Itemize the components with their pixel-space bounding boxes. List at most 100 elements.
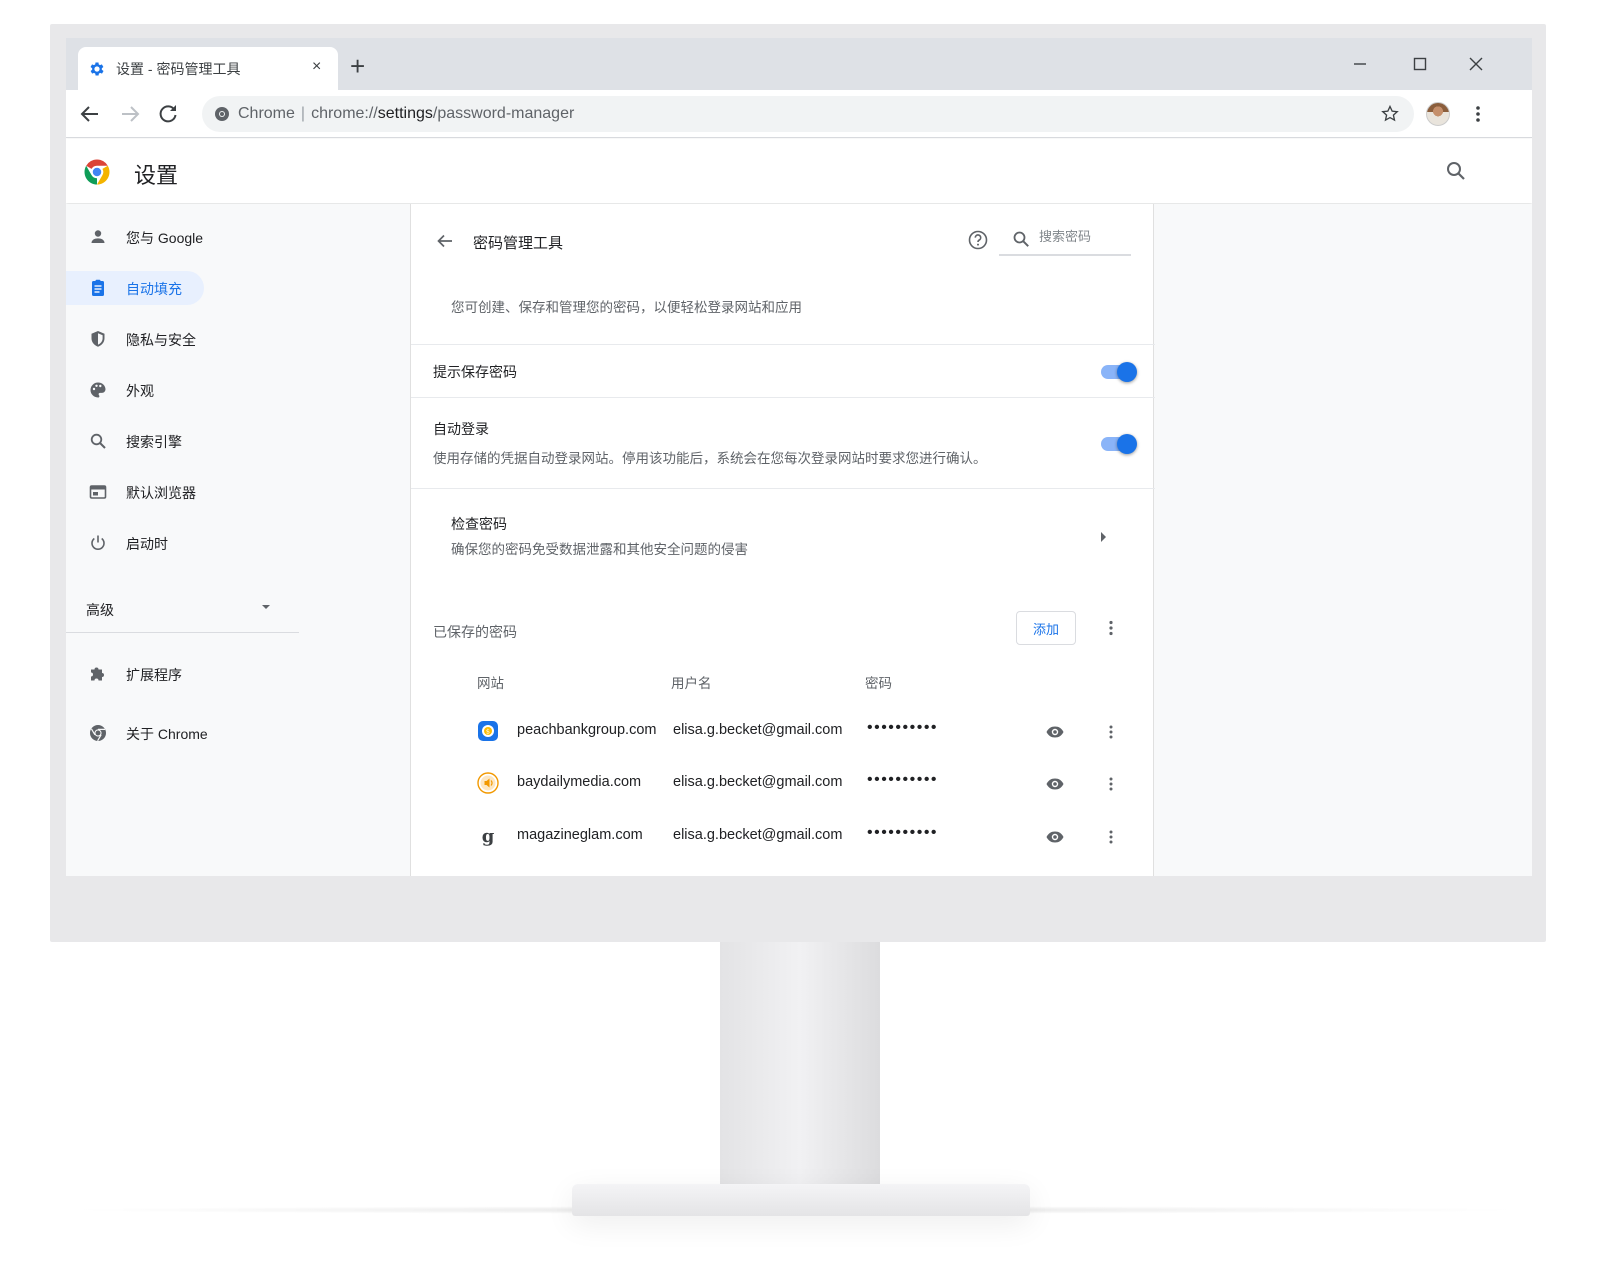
sidebar-item-extensions[interactable]: 扩展程序 <box>66 657 236 691</box>
tab-strip: 设置 - 密码管理工具 × + <box>66 38 1532 90</box>
browser-icon <box>89 485 107 499</box>
advanced-toggle[interactable]: 高级 <box>86 600 114 620</box>
address-bar[interactable]: Chrome | chrome://settings/password-manage… <box>202 96 1414 132</box>
sidebar-item-label: 关于 Chrome <box>126 726 208 742</box>
sidebar-item-label: 扩展程序 <box>126 667 182 683</box>
eye-icon[interactable] <box>1045 722 1065 742</box>
sidebar-item-label: 隐私与安全 <box>126 332 196 348</box>
search-input[interactable] <box>1039 229 1125 244</box>
username: elisa.g.becket@gmail.com <box>673 722 843 738</box>
more-vert-icon[interactable] <box>1101 774 1121 794</box>
more-vert-icon[interactable] <box>1468 104 1488 124</box>
masked-password: •••••••••• <box>867 824 939 841</box>
site-name: magazineglam.com <box>517 827 643 843</box>
reload-icon[interactable] <box>156 102 180 126</box>
sidebar-item-label: 搜索引擎 <box>126 434 182 450</box>
browser-window: 设置 - 密码管理工具 × + Chrome | chrome://settings… <box>66 38 1532 876</box>
sidebar-item-label: 启动时 <box>126 536 168 552</box>
sidebar-item-search-engine[interactable]: 搜索引擎 <box>66 424 204 458</box>
check-passwords-row[interactable]: 检查密码 确保您的密码免受数据泄露和其他安全问题的侵害 <box>411 489 1155 579</box>
minimize-icon[interactable] <box>1350 54 1370 74</box>
power-icon <box>91 535 105 550</box>
password-row: baydailymedia.com elisa.g.becket@gmail.c… <box>411 757 1155 809</box>
help-icon[interactable] <box>967 229 989 251</box>
sidebar-item-default-browser[interactable]: 默认浏览器 <box>66 475 204 509</box>
active-tab[interactable]: 设置 - 密码管理工具 × <box>78 47 338 90</box>
tab-title: 设置 - 密码管理工具 <box>116 61 241 77</box>
bank-icon: $ <box>478 721 498 741</box>
sidebar-item-you-and-google[interactable]: 您与 Google <box>66 220 204 254</box>
close-window-icon[interactable] <box>1466 54 1486 74</box>
check-passwords-subtitle: 确保您的密码免受数据泄露和其他安全问题的侵害 <box>451 542 748 557</box>
saved-passwords-heading: 已保存的密码 <box>433 624 517 640</box>
sidebar-item-privacy[interactable]: 隐私与安全 <box>66 322 204 356</box>
address-path: /password-manager <box>432 105 575 122</box>
address-text: Chrome | chrome://settings/password-manage… <box>238 105 575 122</box>
settings-header: 设置 <box>66 139 1532 203</box>
clipboard-icon <box>92 279 104 296</box>
puzzle-icon <box>91 667 104 681</box>
svg-text:$: $ <box>486 728 490 736</box>
monitor-stand-neck <box>720 942 880 1186</box>
address-host: settings <box>377 105 433 122</box>
forward-arrow-icon[interactable] <box>118 102 142 126</box>
chrome-page-icon <box>215 107 229 121</box>
column-header-site: 网站 <box>477 676 504 691</box>
column-header-password: 密码 <box>865 676 892 691</box>
sidebar-item-label: 自动填充 <box>126 281 182 297</box>
more-vert-icon[interactable] <box>1101 827 1121 847</box>
site-name: peachbankgroup.com <box>517 722 657 738</box>
sidebar-item-autofill[interactable]: 自动填充 <box>66 271 204 305</box>
search-icon[interactable] <box>1444 159 1468 183</box>
eye-icon[interactable] <box>1045 827 1065 847</box>
chrome-icon <box>90 725 106 742</box>
auto-signin-toggle[interactable] <box>1101 434 1137 454</box>
sidebar-item-about-chrome[interactable]: 关于 Chrome <box>66 716 236 750</box>
monitor-scene: 设置 - 密码管理工具 × + Chrome | chrome://settings… <box>0 0 1597 1274</box>
check-passwords-title: 检查密码 <box>451 516 507 532</box>
username: elisa.g.becket@gmail.com <box>673 827 843 843</box>
browser-toolbar: Chrome | chrome://settings/password-manage… <box>66 90 1532 138</box>
media-icon <box>477 772 499 794</box>
password-row: $ peachbankgroup.com elisa.g.becket@gmai… <box>411 705 1155 757</box>
column-header-username: 用户名 <box>671 676 712 691</box>
maximize-icon[interactable] <box>1410 54 1430 74</box>
person-icon <box>91 230 105 243</box>
divider <box>411 344 1155 345</box>
close-tab-icon[interactable]: × <box>312 58 321 76</box>
password-manager-card: 密码管理工具 您可创建、保存和管理您的密码，以便轻松登录网站和应用 提示保存密码… <box>410 204 1155 876</box>
username: elisa.g.becket@gmail.com <box>673 774 843 790</box>
bookmark-star-icon[interactable] <box>1380 104 1400 124</box>
add-password-button[interactable]: 添加 <box>1016 611 1076 645</box>
sidebar-item-label: 外观 <box>126 383 154 399</box>
address-prefix: Chrome <box>238 105 295 122</box>
intro-text: 您可创建、保存和管理您的密码，以便轻松登录网站和应用 <box>451 300 802 315</box>
more-vert-icon[interactable] <box>1101 722 1121 742</box>
back-arrow-icon[interactable] <box>78 102 102 126</box>
password-search <box>999 220 1131 256</box>
profile-avatar[interactable] <box>1426 102 1450 126</box>
masked-password: •••••••••• <box>867 719 939 736</box>
auto-signin-subtitle: 使用存储的凭据自动登录网站。停用该功能后，系统会在您每次登录网站时要求您进行确认… <box>433 451 987 466</box>
sidebar-item-label: 默认浏览器 <box>126 485 196 501</box>
search-icon <box>1013 231 1029 247</box>
back-arrow-icon[interactable] <box>435 231 455 251</box>
auto-signin-title: 自动登录 <box>433 421 489 437</box>
arrow-right-icon[interactable] <box>1101 532 1106 542</box>
address-scheme: chrome:// <box>311 105 378 122</box>
chevron-down-icon[interactable] <box>262 605 270 609</box>
toggle-knob <box>1117 434 1137 454</box>
sidebar-item-appearance[interactable]: 外观 <box>66 373 204 407</box>
sidebar-divider <box>66 632 299 633</box>
sidebar-item-label: 您与 Google <box>126 230 204 246</box>
offer-save-title: 提示保存密码 <box>433 364 517 380</box>
eye-icon[interactable] <box>1045 774 1065 794</box>
offer-save-toggle[interactable] <box>1101 362 1137 382</box>
toggle-knob <box>1117 362 1137 382</box>
masked-password: •••••••••• <box>867 771 939 788</box>
new-tab-button[interactable]: + <box>350 53 365 79</box>
gear-icon <box>90 62 104 76</box>
sidebar-item-on-startup[interactable]: 启动时 <box>66 526 204 560</box>
more-vert-icon[interactable] <box>1101 618 1121 638</box>
settings-sidebar: 您与 Google 自动填充 隐私与安全 外观 搜索引擎 默认浏览器 启动时 高… <box>66 204 410 876</box>
